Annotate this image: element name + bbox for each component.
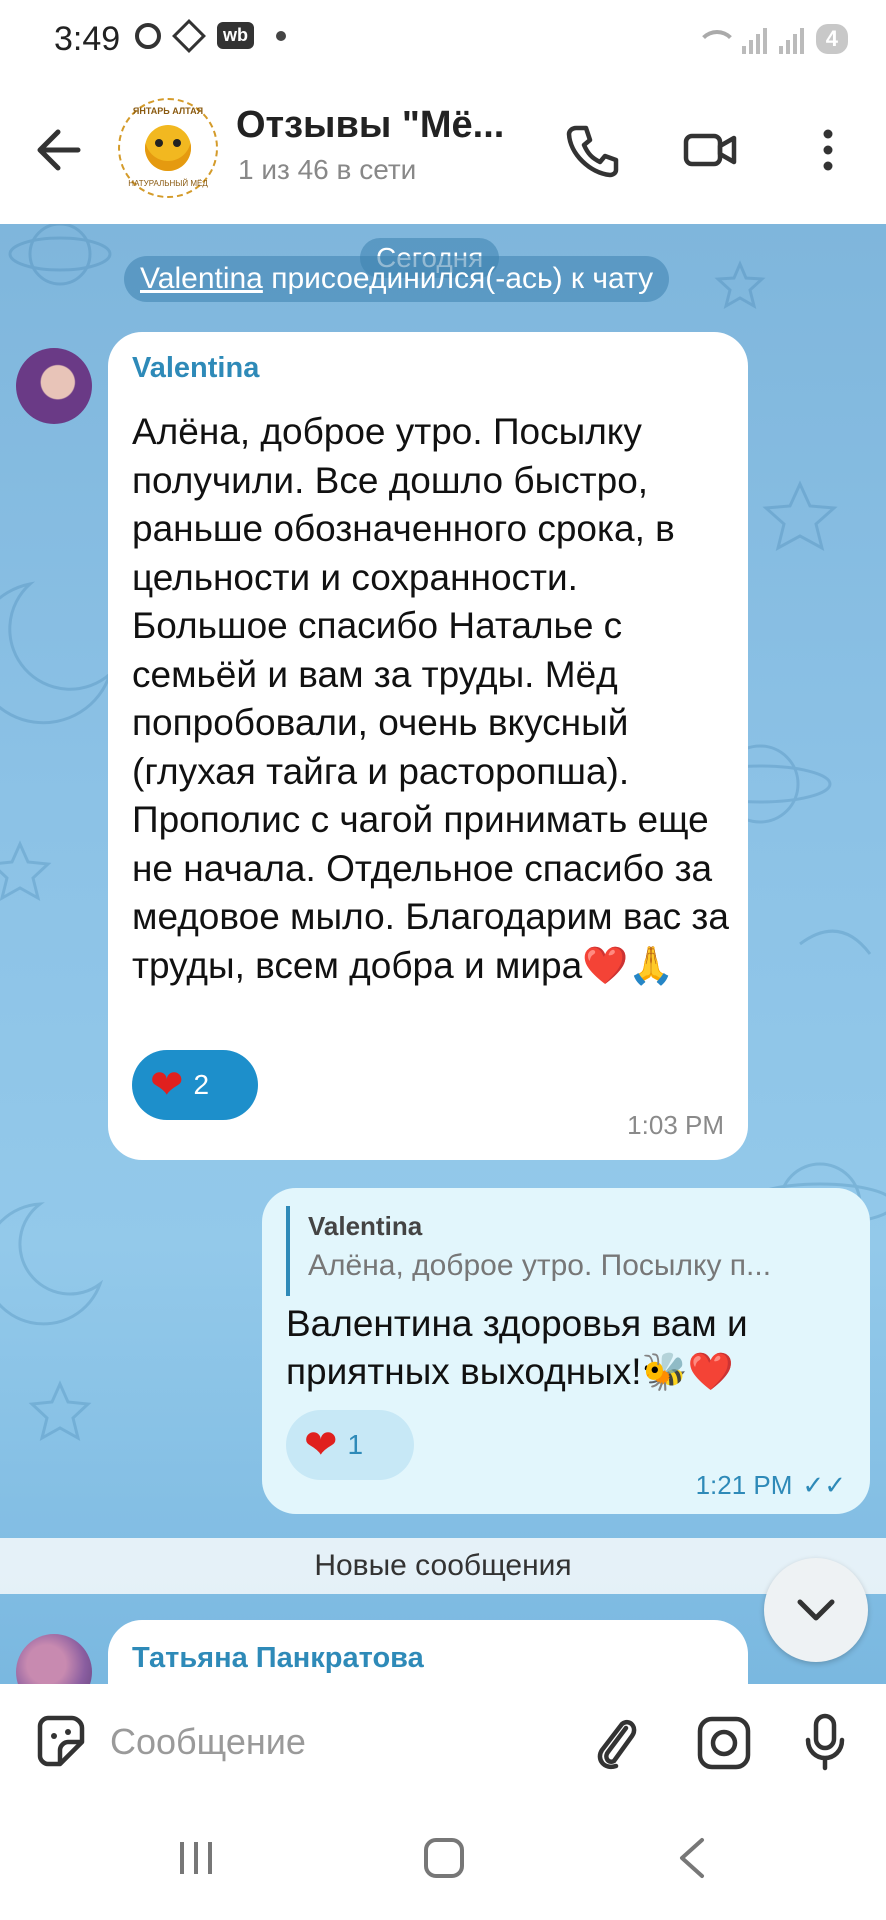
reaction-button[interactable]: ❤ 1 [286, 1410, 414, 1480]
group-avatar[interactable]: ЯНТАРЬ АЛТАЯ НАТУРАЛЬНЫЙ МЁД [118, 98, 218, 198]
recent-apps-icon [180, 1842, 212, 1874]
signal-icon [741, 26, 767, 54]
reply-text: Алёна, доброе утро. Посылку п... [308, 1249, 772, 1282]
sticker-icon [37, 1715, 85, 1767]
battery-icon: 4 [815, 24, 848, 54]
chat-notification-icon [135, 22, 161, 49]
reply-quote[interactable]: Valentina Алёна, доброе утро. Посылку п.… [286, 1206, 846, 1296]
more-notifications-dot-icon [276, 30, 286, 41]
bee-logo-icon [145, 125, 191, 171]
arrow-left-icon [37, 129, 81, 171]
more-vertical-icon [823, 129, 833, 171]
system-back-button[interactable] [672, 1836, 712, 1880]
back-button[interactable] [30, 120, 90, 180]
message-time-status: 1:21 PM ✓✓ [696, 1470, 846, 1501]
wb-app-icon: wb [217, 22, 254, 49]
status-bar: 3:49 wb 4 [0, 0, 886, 84]
scroll-to-bottom-button[interactable] [764, 1558, 868, 1662]
instagram-camera-icon [697, 1716, 751, 1770]
logo-text-bottom: НАТУРАЛЬНЫЙ МЁД [128, 179, 208, 188]
call-button[interactable] [562, 120, 622, 180]
app-notification-icon [172, 18, 206, 53]
video-call-button[interactable] [680, 120, 740, 180]
heart-reaction-icon: ❤ [304, 1423, 338, 1467]
system-icons: 4 [695, 24, 848, 54]
wifi-icon [695, 26, 738, 54]
reaction-count: 1 [347, 1429, 364, 1460]
signal-2-icon [778, 26, 804, 54]
double-check-icon: ✓✓ [802, 1470, 846, 1500]
heart-reaction-icon: ❤ [150, 1063, 184, 1107]
reaction-count: 2 [193, 1069, 210, 1100]
message-text: Валентина здоровья вам и приятных выходн… [286, 1303, 748, 1392]
service-message-user-link[interactable]: Valentina [140, 262, 263, 295]
camera-button[interactable] [694, 1710, 754, 1774]
message-input[interactable] [110, 1714, 570, 1770]
chat-header: ЯНТАРЬ АЛТАЯ НАТУРАЛЬНЫЙ МЁД Отзывы "Мё.… [0, 84, 886, 224]
message-time: 1:21 PM [695, 1470, 793, 1500]
recent-apps-button[interactable] [178, 1838, 218, 1878]
home-button[interactable] [424, 1838, 464, 1878]
status-time: 3:49 [54, 20, 121, 58]
service-message-action: присоединился(-ась) к чату [262, 262, 654, 295]
video-camera-icon [683, 133, 737, 167]
message-input-bar [0, 1684, 886, 1800]
phone-icon [566, 125, 619, 178]
more-options-button[interactable] [800, 120, 860, 180]
sticker-button[interactable] [30, 1712, 90, 1772]
incoming-message[interactable]: Valentina Алёна, доброе утро. Посылку по… [108, 332, 748, 1160]
message-sender-name[interactable]: Valentina [132, 352, 259, 385]
message-sender-name[interactable]: Татьяна Панкратова [132, 1642, 424, 1675]
incoming-message[interactable]: Татьяна Панкратова [108, 1620, 748, 1684]
attach-button[interactable] [586, 1710, 646, 1774]
chevron-left-icon [680, 1838, 704, 1878]
new-messages-divider: Новые сообщения [0, 1538, 886, 1594]
system-navigation-bar [0, 1800, 886, 1920]
chat-title[interactable]: Отзывы "Мё... [236, 104, 504, 147]
chevron-down-icon [797, 1599, 835, 1621]
logo-text-top: ЯНТАРЬ АЛТАЯ [132, 106, 204, 116]
outgoing-message[interactable]: Valentina Алёна, доброе утро. Посылку п.… [262, 1188, 870, 1514]
chat-messages-area[interactable]: Сегодня Valentina присоединился(-ась) к … [0, 224, 886, 1684]
message-text: Алёна, доброе утро. Посылку получили. Вс… [132, 411, 729, 986]
reaction-button[interactable]: ❤ 2 [132, 1050, 258, 1120]
notification-icons: wb [135, 18, 286, 53]
message-time: 1:03 PM [627, 1110, 724, 1140]
paperclip-icon [597, 1719, 637, 1770]
sender-avatar[interactable] [16, 348, 92, 424]
reply-sender-name: Valentina [308, 1211, 423, 1241]
voice-message-button[interactable] [796, 1710, 856, 1774]
service-message: Valentina присоединился(-ась) к чату [124, 256, 670, 302]
microphone-icon [805, 1713, 845, 1771]
chat-online-count: 1 из 46 в сети [238, 154, 417, 185]
